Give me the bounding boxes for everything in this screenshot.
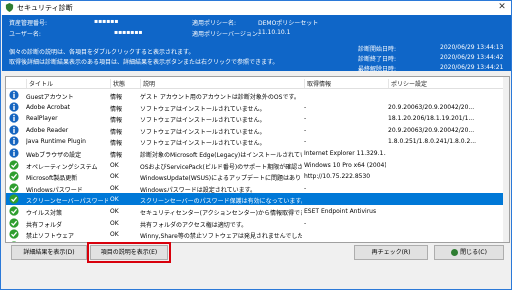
show-details-button[interactable]: 詳細結果を表示(D) xyxy=(11,245,87,260)
vertical-scrollbar[interactable] xyxy=(503,77,509,242)
app-shield-icon xyxy=(5,3,14,12)
list-header: タイトル 状態 説明 取得情報 ポリシー設定 xyxy=(6,77,509,89)
table-row[interactable]: Adobe Reader 情報 ソフトウェアはインストールされていません。 -20.9… xyxy=(6,124,509,136)
end-time-label: 診断終了日時: xyxy=(358,56,397,63)
close-button-label: 閉じる(C) xyxy=(460,249,487,256)
recheck-button[interactable]: 再チェック(R) xyxy=(354,245,428,260)
table-row[interactable]: Windowsパスワード OK Windowsパスワードは設定されています。 - xyxy=(6,182,509,194)
check-icon xyxy=(9,159,19,170)
check-icon xyxy=(9,206,19,216)
cell-title: Adobe Acrobat xyxy=(26,103,71,111)
policy-name-label: 適用ポリシー名: xyxy=(192,20,237,27)
table-row[interactable]: 共有フォルダ OK 共有フォルダのアクセス権は適切です。 - xyxy=(6,217,509,229)
cell-acq: ESET Endpoint Antivirus xyxy=(304,208,377,215)
cell-acq: - xyxy=(304,219,307,227)
close-circle-icon xyxy=(451,249,459,256)
policy-version-value: 11.10.10.1 xyxy=(258,29,291,36)
policy-version-label: 適用ポリシーバージョン: xyxy=(192,31,260,38)
cell-title: RealPlayer xyxy=(26,115,58,123)
cell-title: Adobe Reader xyxy=(26,126,69,134)
admin-number-label: 資産管理番号: xyxy=(9,20,48,27)
cell-acq: http://10.75.222.8530 xyxy=(304,173,371,181)
user-name-value: ▪▪▪▪▪▪▪ xyxy=(114,29,143,36)
cell-policy: 1.8.0.251/1.8.0.241/1.8.0.2... xyxy=(388,138,477,146)
security-diagnosis-window: セキュリティ診断 ✕ 資産管理番号: ▪▪▪▪▪▪ ユーザー名: ▪▪▪▪▪▪▪… xyxy=(0,0,512,290)
last-release-value: 2020/06/29 13:44:21 xyxy=(440,64,504,71)
end-time-value: 2020/06/29 13:44:42 xyxy=(440,54,504,61)
table-row[interactable]: スクリーンセーバーパスワード OK スクリーンセーバーのパスワード保護は有効になって… xyxy=(6,193,509,206)
window-title: セキュリティ診断 xyxy=(17,4,73,12)
cell-policy: 20.9.20063/20.9.20042/20... xyxy=(388,103,475,111)
cell-acq: Windows 10 Pro x64 (2004) xyxy=(304,161,386,169)
info-icon xyxy=(9,148,19,158)
cell-policy: 20.9.20063/20.9.20042/20... xyxy=(388,126,475,134)
cell-state: OK xyxy=(110,161,119,169)
column-description[interactable]: 説明 xyxy=(140,79,303,88)
last-release-label: 最終解除日時: xyxy=(358,66,397,73)
cell-state: OK xyxy=(110,184,119,192)
cell-acq: - xyxy=(304,138,307,146)
table-row[interactable]: Microsoft製品更新 OK WindowsUpdate(WSUS)によるアップ… xyxy=(6,170,509,182)
column-acquired-info[interactable]: 取得情報 xyxy=(304,79,387,88)
cell-state: OK xyxy=(110,196,119,204)
title-bar: セキュリティ診断 ✕ xyxy=(1,1,511,15)
info-icon xyxy=(9,101,19,112)
cell-title: Java Runtime Plugin xyxy=(26,138,86,146)
start-time-value: 2020/06/29 13:44:13 xyxy=(440,44,504,51)
close-button[interactable]: 閉じる(C) xyxy=(434,245,504,260)
cell-acq: Internet Explorer 11.329.1... xyxy=(304,150,386,157)
table-row[interactable]: Adobe Acrobat 情報 ソフトウェアはインストールされていません。 -20.… xyxy=(6,101,509,113)
cell-acq: - xyxy=(304,184,307,192)
column-policy-setting[interactable]: ポリシー設定 xyxy=(388,79,501,88)
check-icon xyxy=(9,229,19,239)
info-header: 資産管理番号: ▪▪▪▪▪▪ ユーザー名: ▪▪▪▪▪▪▪ 適用ポリシー名: D… xyxy=(2,15,511,73)
admin-number-value: ▪▪▪▪▪▪ xyxy=(94,18,119,25)
cell-state: OK xyxy=(110,219,119,227)
cell-acq: - xyxy=(304,103,307,111)
help-text-1: 個々の診断の説明は、各項目をダブルクリックすると表示されます。 xyxy=(9,49,195,56)
info-icon xyxy=(9,136,19,146)
info-icon xyxy=(9,125,19,135)
info-icon xyxy=(9,113,19,123)
table-row[interactable]: ウイルス対策OKセキュリティセンター(アクションセンター)から情報取得できました… xyxy=(6,205,509,217)
cell-state: OK xyxy=(110,173,119,181)
cell-state: OK xyxy=(110,208,119,215)
cell-acq: - xyxy=(304,126,307,134)
policy-name-value: DEMOポリシーセット xyxy=(258,20,319,27)
start-time-label: 診断開始日時: xyxy=(358,46,397,53)
column-state[interactable]: 状態 xyxy=(110,79,141,88)
table-row[interactable]: 禁止ソフトウェア OK Winny,Share等の禁止ソフトウェアは発見されませんで… xyxy=(6,228,509,240)
column-title[interactable]: タイトル xyxy=(26,79,109,88)
check-icon xyxy=(9,171,19,181)
user-name-label: ユーザー名: xyxy=(9,31,41,38)
check-icon xyxy=(11,241,17,242)
help-text-2: 取得後詳細は診断結果表示のある項目は、詳細結果を表示ボタンまたは右クリックで参照… xyxy=(9,59,279,66)
table-row[interactable]: オペレーティングシステム OK OSおよびServicePack(ビルド番号)のサポ… xyxy=(6,159,509,171)
table-row[interactable]: Java Runtime Plugin 情報 ソフトウェアはインストールされていませ… xyxy=(6,135,509,147)
table-row[interactable]: Guestアカウント 情報 ゲスト アカウント用のアカウントは診断対象外のOSです。 xyxy=(6,89,509,101)
info-icon xyxy=(9,90,19,100)
close-icon[interactable]: ✕ xyxy=(496,2,508,13)
table-row[interactable]: Adobe Flash PlayerOKソフトウェアはインストールされていません… xyxy=(6,240,509,242)
table-row[interactable]: Webブラウザの設定 情報 診断対象のMicrosoft Edge(Legacy)は… xyxy=(6,147,509,159)
cell-acq: - xyxy=(304,115,307,123)
check-icon xyxy=(9,183,19,193)
cell-policy: 18.1.20.206/18.1.19.201/1... xyxy=(388,115,475,123)
table-row[interactable]: RealPlayer 情報 ソフトウェアはインストールされていません。 -18.1.2… xyxy=(6,112,509,124)
show-item-explanation-button[interactable]: 項目の説明を表示(E) xyxy=(87,242,171,263)
check-icon xyxy=(9,217,19,228)
cell-state: OK xyxy=(110,231,119,239)
diagnosis-list[interactable]: タイトル 状態 説明 取得情報 ポリシー設定 Guestアカウント 情報 ゲスト ア… xyxy=(5,76,510,243)
check-icon xyxy=(9,194,19,204)
